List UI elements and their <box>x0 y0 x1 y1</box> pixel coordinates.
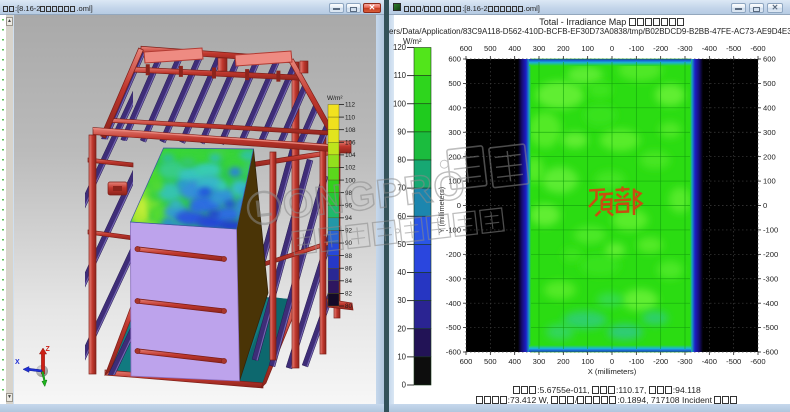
svg-text:400: 400 <box>448 103 461 112</box>
svg-text:80: 80 <box>397 156 406 165</box>
svg-text:500: 500 <box>484 357 497 366</box>
svg-text:400: 400 <box>508 357 521 366</box>
svg-text:-500: -500 <box>726 44 741 53</box>
svg-text:W/m²: W/m² <box>403 37 422 46</box>
svg-text:400: 400 <box>508 44 521 53</box>
svg-text:-300: -300 <box>446 274 461 283</box>
svg-text:100: 100 <box>581 357 594 366</box>
svg-text:-400: -400 <box>446 299 461 308</box>
svg-text:0: 0 <box>402 381 407 390</box>
svg-text:600: 600 <box>763 55 776 64</box>
svg-text:-300: -300 <box>677 44 692 53</box>
svg-text:-200: -200 <box>653 44 668 53</box>
svg-text:-100: -100 <box>629 44 644 53</box>
svg-text:-300: -300 <box>677 357 692 366</box>
svg-text:300: 300 <box>448 128 461 137</box>
svg-text:20: 20 <box>397 324 406 333</box>
svg-text:110: 110 <box>394 71 407 80</box>
svg-text:50: 50 <box>397 240 406 249</box>
svg-text:0: 0 <box>610 44 614 53</box>
svg-text:-300: -300 <box>763 274 778 283</box>
svg-text:-600: -600 <box>750 357 765 366</box>
svg-text:-600: -600 <box>446 348 461 357</box>
svg-text:300: 300 <box>533 357 546 366</box>
svg-text:60: 60 <box>397 212 406 221</box>
svg-text:X (millimeters): X (millimeters) <box>588 367 637 376</box>
svg-text:-400: -400 <box>702 357 717 366</box>
svg-text:40: 40 <box>397 268 406 277</box>
svg-text:-200: -200 <box>763 250 778 259</box>
svg-text:-400: -400 <box>763 299 778 308</box>
svg-text:90: 90 <box>397 127 406 136</box>
svg-text:-100: -100 <box>629 357 644 366</box>
svg-text:-100: -100 <box>446 226 461 235</box>
svg-text:200: 200 <box>557 357 570 366</box>
svg-text:600: 600 <box>448 55 461 64</box>
svg-text:600: 600 <box>460 357 473 366</box>
svg-text:300: 300 <box>533 44 546 53</box>
svg-text:200: 200 <box>557 44 570 53</box>
svg-text:100: 100 <box>448 177 461 186</box>
svg-text:70: 70 <box>397 184 406 193</box>
svg-text:-600: -600 <box>750 44 765 53</box>
svg-text:100: 100 <box>393 99 407 108</box>
svg-text:0: 0 <box>457 201 461 210</box>
svg-text:200: 200 <box>763 152 776 161</box>
svg-text:500: 500 <box>763 79 776 88</box>
svg-text:200: 200 <box>448 152 461 161</box>
svg-text:-500: -500 <box>763 323 778 332</box>
svg-text:Y (millimeters): Y (millimeters) <box>437 187 446 234</box>
svg-text:100: 100 <box>581 44 594 53</box>
svg-text:-100: -100 <box>763 226 778 235</box>
svg-text:10: 10 <box>397 352 406 361</box>
svg-text:300: 300 <box>763 128 776 137</box>
svg-text:500: 500 <box>484 44 497 53</box>
svg-text:0: 0 <box>610 357 614 366</box>
svg-text:100: 100 <box>763 177 776 186</box>
svg-text:-600: -600 <box>763 348 778 357</box>
svg-text:30: 30 <box>397 296 406 305</box>
svg-text:-400: -400 <box>702 44 717 53</box>
svg-text:400: 400 <box>763 103 776 112</box>
svg-text:500: 500 <box>448 79 461 88</box>
svg-text:-500: -500 <box>726 357 741 366</box>
svg-text:0: 0 <box>763 201 767 210</box>
svg-text:-200: -200 <box>653 357 668 366</box>
svg-text:600: 600 <box>460 44 473 53</box>
svg-text:-200: -200 <box>446 250 461 259</box>
svg-text:-500: -500 <box>446 323 461 332</box>
